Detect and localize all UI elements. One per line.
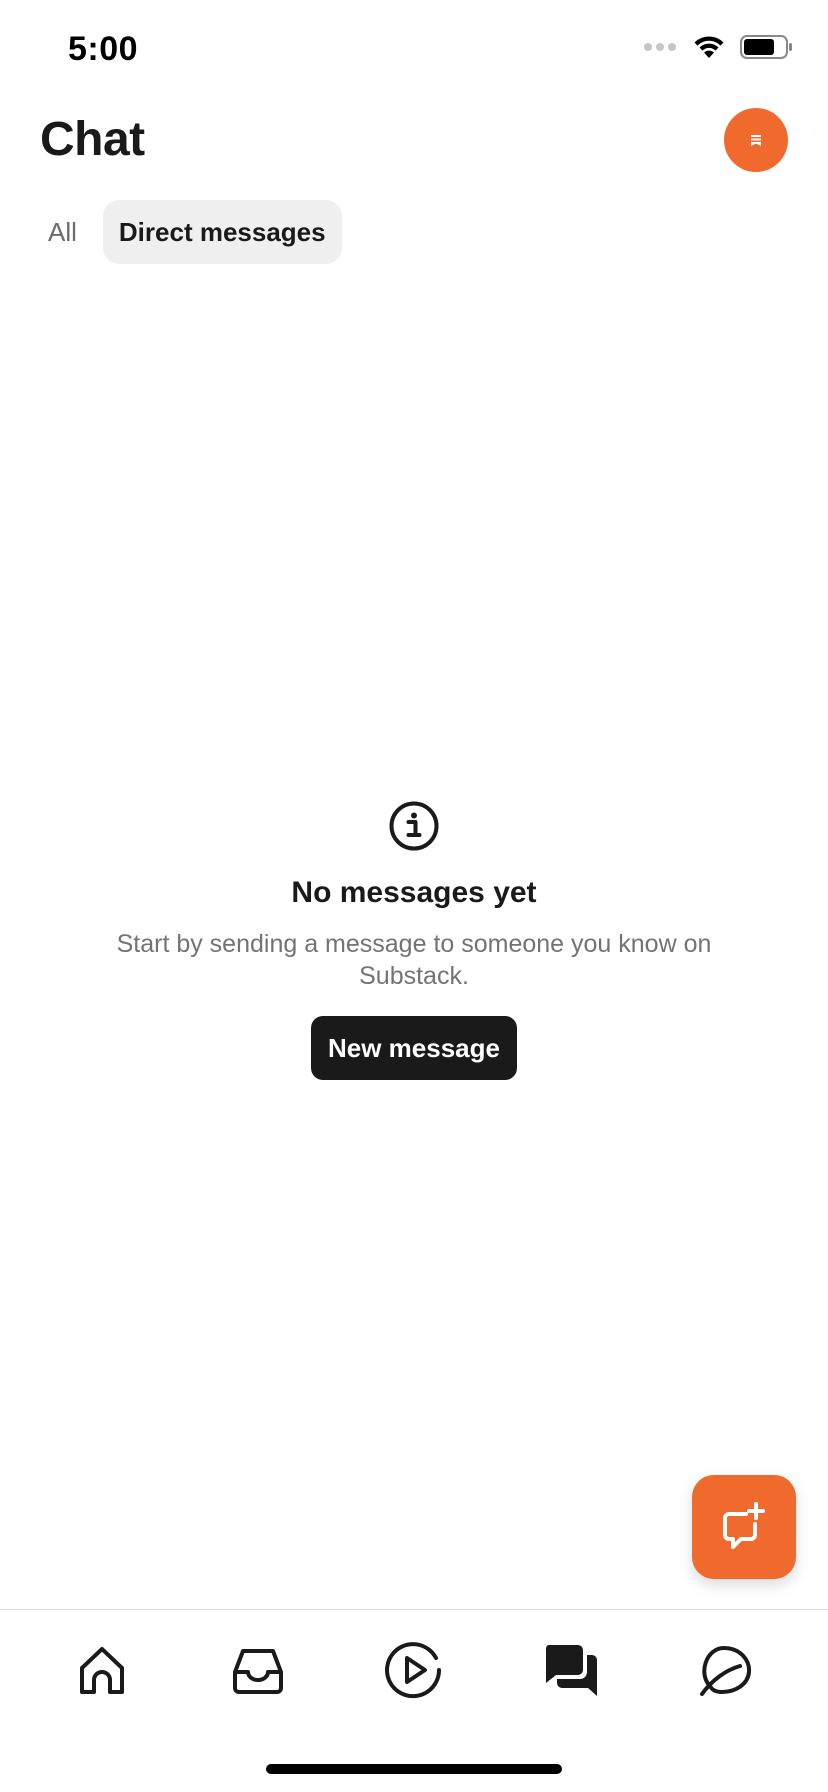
chat-icon [545,1645,597,1696]
home-indicator [266,1764,562,1774]
status-time: 5:00 [68,30,139,68]
chat-tabs: All Direct messages [32,200,342,264]
wifi-icon [694,36,724,58]
page-title: Chat [40,113,145,166]
new-chat-button[interactable] [692,1475,796,1579]
play-icon [385,1642,442,1699]
tab-all[interactable]: All [32,200,93,264]
info-icon [389,801,439,851]
explore-icon [700,1646,752,1696]
tab-direct-messages[interactable]: Direct messages [102,200,342,264]
empty-state-description: Start by sending a message to someone yo… [116,930,712,990]
nav-home[interactable] [62,1640,142,1700]
new-chat-icon [723,1502,765,1549]
empty-state: No messages yet Start by sending a messa… [0,800,828,1080]
empty-state-title: No messages yet [291,876,537,909]
battery-icon [740,35,792,59]
avatar[interactable] [724,108,788,172]
nav-inbox[interactable] [218,1640,298,1700]
new-message-button[interactable]: New message [311,1016,517,1080]
cellular-signal-icon [644,43,676,51]
status-bar: 5:00 [0,0,828,100]
nav-chat[interactable] [530,1640,610,1700]
nav-explore[interactable] [686,1640,766,1700]
chat-screen: 5:00 Chat All Direct messages No message… [0,0,828,1792]
bottom-nav-items [0,1640,828,1700]
status-icons [644,34,794,60]
publication-logo-icon [751,135,761,146]
inbox-icon [233,1649,283,1694]
nav-play[interactable] [374,1640,454,1700]
home-icon [80,1647,124,1694]
